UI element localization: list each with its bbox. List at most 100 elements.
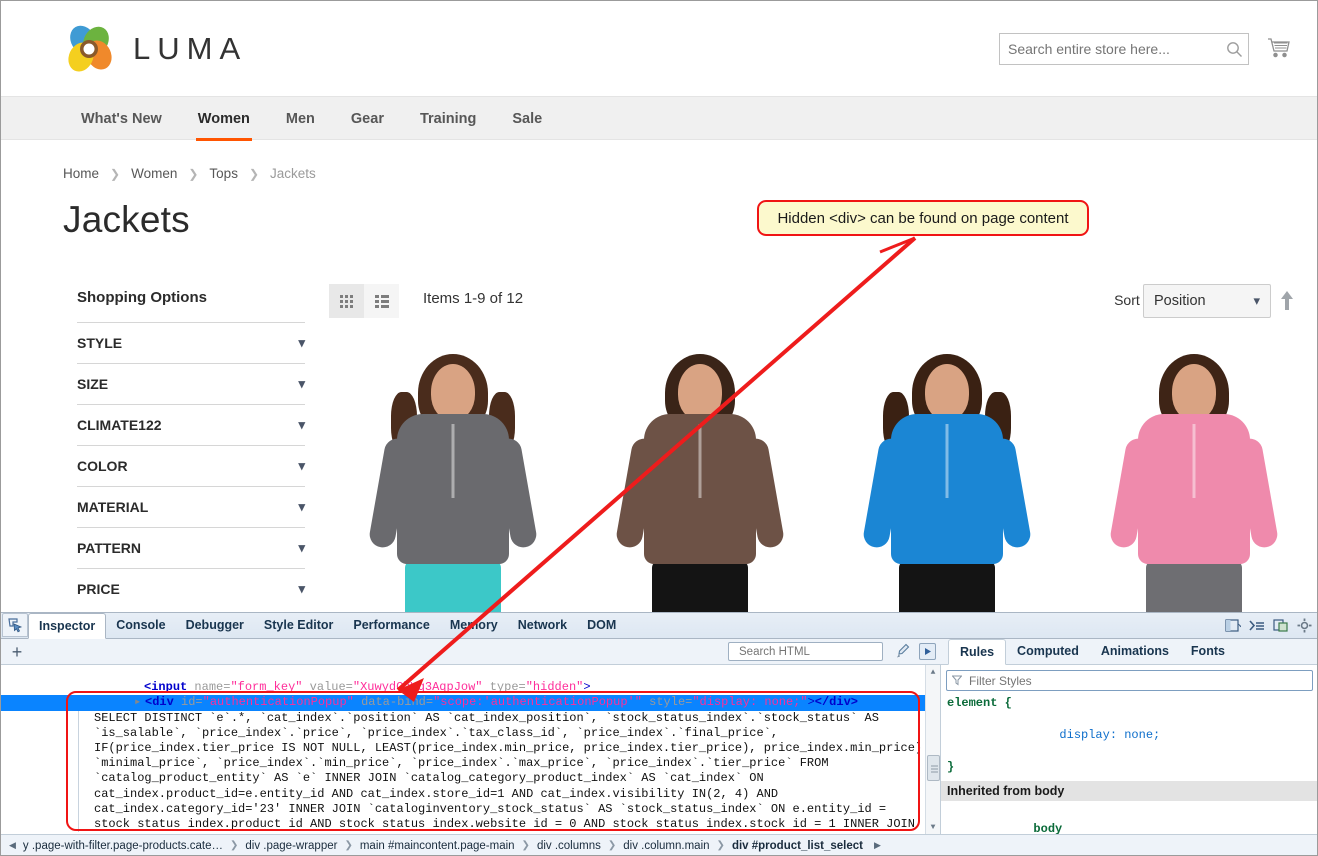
rules-tab-computed[interactable]: Computed <box>1006 639 1090 664</box>
split-console-icon[interactable] <box>1225 618 1243 635</box>
sort-direction-arrow-icon[interactable] <box>1277 288 1297 314</box>
tab-label: Style Editor <box>263 618 334 632</box>
css-rule-close: } <box>947 760 955 774</box>
page-title: Jackets <box>63 199 190 240</box>
shopping-cart-icon[interactable] <box>1265 34 1295 64</box>
product-item-blue-jacket[interactable] <box>823 336 1070 612</box>
node-crumb-maincontent[interactable]: main #maincontent.page-main <box>358 840 517 852</box>
rules-view: element { display: none; } Inherited fro… <box>941 665 1318 834</box>
logo[interactable]: LUMA <box>63 23 247 75</box>
chevron-down-icon: ▾ <box>298 417 305 432</box>
markup-line-input[interactable]: <input name="form_key" value="XuwydChVq3… <box>0 665 940 694</box>
product-item-gray-jacket[interactable] <box>329 336 576 612</box>
product-item-brown-jacket[interactable] <box>576 336 823 612</box>
grid-view-icon[interactable] <box>329 284 364 318</box>
filter-styles-field[interactable] <box>967 672 1307 689</box>
nav-item-women[interactable]: Women <box>180 97 268 141</box>
breadcrumb-scroll-left-icon[interactable]: ◀ <box>4 840 21 851</box>
filter-color[interactable]: COLOR ▾ <box>77 445 305 486</box>
crumb-separator-icon: ❯ <box>607 840 617 851</box>
nav-item-gear[interactable]: Gear <box>333 97 402 141</box>
css-declaration-display[interactable]: display: none; <box>941 711 1318 759</box>
attr-value: "scope:'authenticationPopup'" <box>433 695 642 710</box>
filter-pattern[interactable]: PATTERN ▾ <box>77 527 305 568</box>
node-crumb-page-with-filter[interactable]: y .page-with-filter.page-products.cate… <box>21 840 225 852</box>
nav-item-training[interactable]: Training <box>402 97 494 141</box>
screenshot-root: LUMA Wha <box>0 0 1318 856</box>
breadcrumb-scroll-right-icon[interactable]: ▶ <box>869 840 886 851</box>
tab-style-editor[interactable]: Style Editor <box>254 613 343 638</box>
search-icon[interactable] <box>1220 41 1248 58</box>
devtools-node-breadcrumb: ◀ y .page-with-filter.page-products.cate… <box>0 834 1318 856</box>
tab-label: Network <box>517 618 568 632</box>
expand-triangle-icon[interactable]: ▸ <box>134 695 145 710</box>
breadcrumb-separator-icon: ❯ <box>248 166 260 181</box>
filter-climate122[interactable]: CLIMATE122 ▾ <box>77 404 305 445</box>
scroll-up-arrow-icon[interactable]: ▲ <box>926 665 940 679</box>
rules-tab-fonts[interactable]: Fonts <box>1180 639 1236 664</box>
filter-size[interactable]: SIZE ▾ <box>77 363 305 404</box>
product-image <box>1094 346 1294 612</box>
breadcrumb-home[interactable]: Home <box>63 166 99 181</box>
tab-inspector[interactable]: Inspector <box>28 613 107 639</box>
crumb-separator-icon: ❯ <box>521 840 530 851</box>
rules-tab-animations[interactable]: Animations <box>1090 639 1180 664</box>
responsive-design-icon[interactable] <box>1249 618 1266 635</box>
nav-item-sale[interactable]: Sale <box>494 97 560 141</box>
nav-item-men[interactable]: Men <box>268 97 333 141</box>
element-picker-icon[interactable] <box>2 613 28 637</box>
tab-network[interactable]: Network <box>508 613 577 638</box>
html-search[interactable] <box>728 642 895 661</box>
markup-view[interactable]: <input name="form_key" value="XuwydChVq3… <box>0 665 941 834</box>
attr-name: id= <box>173 695 203 710</box>
sort-by-select[interactable]: Position ▾ <box>1143 284 1271 318</box>
shopping-options-sidebar: Shopping Options STYLE ▾ SIZE ▾ CLIMATE1… <box>77 289 305 609</box>
tag-name: <input <box>144 680 188 695</box>
node-crumb-page-wrapper[interactable]: div .page-wrapper <box>243 840 339 852</box>
store-search[interactable] <box>999 33 1249 65</box>
scrollbar-thumb[interactable] <box>927 755 940 781</box>
tab-dom[interactable]: DOM <box>577 613 626 638</box>
product-item-pink-jacket[interactable] <box>1070 336 1317 612</box>
tab-performance[interactable]: Performance <box>343 613 439 638</box>
tab-memory[interactable]: Memory <box>440 613 508 638</box>
add-node-button[interactable]: + <box>0 643 34 661</box>
filter-funnel-icon <box>952 675 962 686</box>
html-search-input[interactable] <box>737 644 895 659</box>
breadcrumb-tops[interactable]: Tops <box>209 166 238 181</box>
tab-label: Inspector <box>39 619 96 633</box>
css-selector-text: body <box>1033 822 1063 834</box>
tab-label: Memory <box>449 618 498 632</box>
attr-name: name= <box>187 680 231 695</box>
chevron-down-icon: ▾ <box>298 499 305 514</box>
filter-style[interactable]: STYLE ▾ <box>77 322 305 363</box>
filter-material[interactable]: MATERIAL ▾ <box>77 486 305 527</box>
dock-panel-icon[interactable] <box>1273 618 1290 635</box>
attr-name: style= <box>641 695 693 710</box>
node-crumb-product-list-select[interactable]: div #product_list_select <box>730 840 865 852</box>
rules-panel-tabs: Rules Computed Animations Fonts <box>948 638 1236 665</box>
search-input[interactable] <box>1000 34 1220 64</box>
node-crumb-column-main[interactable]: div .column.main <box>621 840 711 852</box>
sql-line: stock status index.product id AND stock … <box>94 816 915 831</box>
list-view-icon[interactable] <box>364 284 399 318</box>
tab-debugger[interactable]: Debugger <box>176 613 254 638</box>
filter-styles-input[interactable] <box>946 670 1313 691</box>
sidebar-title: Shopping Options <box>77 289 207 306</box>
rules-tab-rules[interactable]: Rules <box>948 639 1007 665</box>
css-selector-body[interactable]: body { style <box>941 805 1318 834</box>
markup-scrollbar[interactable]: ▲ ▼ <box>925 665 940 834</box>
settings-gear-icon[interactable] <box>1297 618 1314 635</box>
node-crumb-columns[interactable]: div .columns <box>535 840 603 852</box>
play-button-icon[interactable] <box>919 643 936 660</box>
luma-logo-icon <box>63 23 115 75</box>
tab-console[interactable]: Console <box>106 613 175 638</box>
markup-text-node-sql[interactable]: SELECT DISTINCT `e`.*, `cat_index`.`posi… <box>62 710 940 833</box>
breadcrumb-women[interactable]: Women <box>131 166 177 181</box>
eyedropper-icon[interactable] <box>896 643 910 661</box>
scroll-down-arrow-icon[interactable]: ▼ <box>926 820 940 834</box>
nav-item-whats-new[interactable]: What's New <box>63 97 180 141</box>
filter-price[interactable]: PRICE ▾ <box>77 568 305 609</box>
sql-line: `minimal_price`, `price_index`.`min_pric… <box>94 756 829 771</box>
css-selector-element[interactable]: element { <box>941 695 1318 711</box>
